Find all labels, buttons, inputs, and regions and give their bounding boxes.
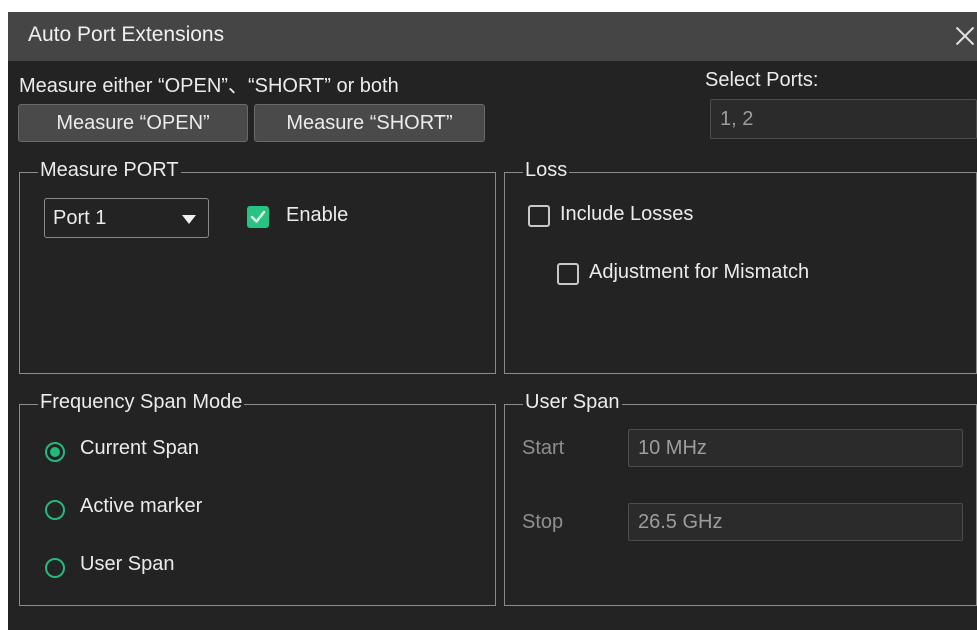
stop-frequency-input[interactable]: 26.5 GHz (628, 503, 963, 541)
select-ports-input[interactable]: 1, 2 (710, 99, 977, 139)
active-marker-radio[interactable] (45, 500, 65, 520)
current-span-label: Current Span (80, 437, 199, 459)
stop-label: Stop (522, 511, 564, 533)
loss-group: Loss Include Losses Adjustment for Misma… (504, 159, 977, 374)
include-losses-checkbox[interactable] (528, 205, 550, 227)
measure-port-group: Measure PORT Port 1 Enable (19, 159, 496, 374)
measure-instruction: Measure either “OPEN”、“SHORT” or both (19, 75, 399, 97)
start-frequency-input[interactable]: 10 MHz (628, 429, 963, 467)
user-span-group: User Span Start 10 MHz Stop 26.5 GHz (504, 391, 977, 606)
user-span-title: User Span (523, 391, 622, 414)
adjustment-mismatch-checkbox[interactable] (557, 263, 579, 285)
chevron-down-icon (182, 215, 196, 224)
close-icon[interactable] (952, 22, 977, 50)
frequency-span-mode-group: Frequency Span Mode Current Span Active … (19, 391, 496, 606)
loss-title: Loss (523, 159, 570, 182)
include-losses-label: Include Losses (560, 203, 694, 225)
user-span-radio[interactable] (45, 558, 65, 578)
measure-short-button[interactable]: Measure “SHORT” (254, 104, 485, 142)
select-ports-label: Select Ports: (705, 69, 819, 91)
current-span-radio[interactable] (45, 442, 65, 462)
enable-label: Enable (286, 204, 349, 226)
check-icon (250, 210, 266, 223)
adjustment-mismatch-label: Adjustment for Mismatch (589, 261, 810, 283)
active-marker-label: Active marker (80, 495, 203, 517)
title-bar[interactable]: Auto Port Extensions (8, 12, 977, 61)
auto-port-extensions-dialog: Auto Port Extensions Measure either “OPE… (8, 12, 977, 630)
port-select-value: Port 1 (53, 206, 107, 229)
enable-checkbox[interactable] (247, 206, 269, 228)
measure-open-button[interactable]: Measure “OPEN” (18, 104, 248, 142)
dialog-title: Auto Port Extensions (28, 23, 225, 46)
start-label: Start (522, 437, 565, 459)
measure-port-title: Measure PORT (38, 159, 181, 182)
port-select[interactable]: Port 1 (44, 198, 209, 238)
frequency-span-mode-title: Frequency Span Mode (38, 391, 245, 414)
user-span-option-label: User Span (80, 553, 175, 575)
